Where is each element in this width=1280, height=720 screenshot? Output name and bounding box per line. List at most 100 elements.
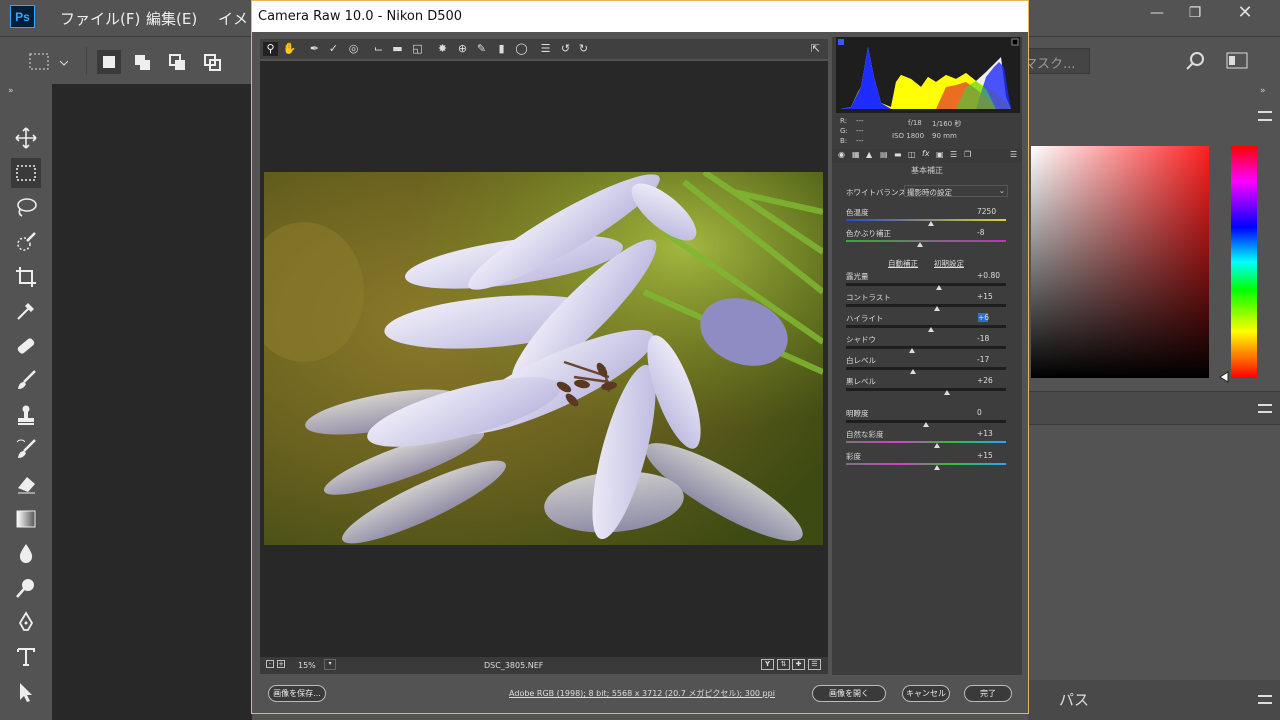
menu-image[interactable]: イメ: [218, 8, 248, 29]
healing-brush-tool-icon[interactable]: [11, 331, 41, 361]
slider-thumb[interactable]: [943, 390, 950, 395]
search-icon[interactable]: [1185, 50, 1207, 72]
menu-edit[interactable]: 編集(E): [146, 8, 197, 29]
panel-menu-icon[interactable]: [1258, 695, 1272, 704]
slider-track[interactable]: [846, 367, 1006, 370]
lens-tab-icon[interactable]: ◫: [908, 150, 916, 159]
presets-tab-icon[interactable]: ☰: [950, 150, 957, 159]
color-picker-field[interactable]: [1031, 146, 1209, 378]
rotate-left-icon[interactable]: ↺: [558, 42, 573, 56]
slider-thumb[interactable]: [927, 221, 934, 226]
quick-select-tool-icon[interactable]: [11, 227, 41, 257]
white-balance-tool-icon[interactable]: ✒: [307, 42, 322, 56]
minimize-icon[interactable]: —: [1143, 5, 1171, 25]
slider-thumb[interactable]: [934, 465, 941, 470]
brush-tool-icon[interactable]: [11, 365, 41, 395]
hand-tool-icon[interactable]: ✋: [282, 42, 297, 56]
slider-track[interactable]: [846, 441, 1006, 443]
slider-thumb[interactable]: [935, 285, 942, 290]
menu-file[interactable]: ファイル(F): [60, 8, 140, 29]
red-eye-tool-icon[interactable]: ⊕: [455, 42, 470, 56]
preview-photo[interactable]: [264, 172, 823, 545]
hsl-tab-icon[interactable]: ▤: [880, 150, 888, 159]
close-icon[interactable]: ✕: [1231, 2, 1259, 23]
spot-removal-tool-icon[interactable]: ✸: [435, 42, 450, 56]
slider-value[interactable]: -8: [977, 228, 1007, 237]
cancel-button[interactable]: キャンセル: [902, 685, 950, 702]
slider-track[interactable]: [846, 325, 1006, 328]
marquee-tool-icon[interactable]: [11, 158, 41, 188]
slider-thumb[interactable]: [916, 242, 923, 247]
slider-thumb[interactable]: [927, 327, 934, 332]
auto-link[interactable]: 自動補正: [888, 258, 918, 269]
done-button[interactable]: 完了: [964, 685, 1012, 702]
swap-icon[interactable]: ⇅: [777, 659, 790, 670]
slider-track[interactable]: [846, 283, 1006, 286]
zoom-dropdown-icon[interactable]: ▾: [324, 659, 336, 670]
slider-value[interactable]: 7250: [977, 207, 1007, 216]
selection-mode-icons[interactable]: [97, 50, 227, 74]
zoom-tool-icon[interactable]: ⚲: [263, 42, 278, 56]
basic-tab-icon[interactable]: ◉: [838, 150, 845, 159]
targeted-adjust-tool-icon[interactable]: ◎: [346, 42, 361, 56]
workspace-icon[interactable]: [1226, 51, 1250, 71]
zoom-level[interactable]: 15%: [298, 661, 316, 670]
slider-track[interactable]: [846, 346, 1006, 349]
fx-tab-icon[interactable]: fx: [922, 149, 930, 158]
move-tool-icon[interactable]: [11, 123, 41, 153]
adjustment-brush-icon[interactable]: ✎: [474, 42, 489, 56]
history-brush-tool-icon[interactable]: [11, 434, 41, 464]
lasso-tool-icon[interactable]: [11, 192, 41, 222]
tone-curve-tab-icon[interactable]: ▦: [852, 150, 860, 159]
blur-tool-icon[interactable]: [11, 538, 41, 568]
tab-paths[interactable]: パス: [1059, 689, 1089, 710]
path-selection-tool-icon[interactable]: [11, 677, 41, 707]
mask-input[interactable]: マスク...: [1020, 48, 1090, 74]
eraser-tool-icon[interactable]: [11, 469, 41, 499]
before-after-icon[interactable]: Y: [761, 659, 774, 670]
rotate-right-icon[interactable]: ↻: [576, 42, 591, 56]
fullscreen-icon[interactable]: ⇱: [808, 42, 823, 56]
slider-track[interactable]: [846, 463, 1006, 465]
marquee-preset-icon[interactable]: [28, 51, 68, 73]
detail-tab-icon[interactable]: ▲: [866, 150, 872, 159]
slider-value[interactable]: +15: [977, 292, 1007, 301]
pen-tool-icon[interactable]: [11, 607, 41, 637]
preferences-icon[interactable]: ☰: [538, 42, 553, 56]
slider-track[interactable]: [846, 240, 1006, 242]
panel-menu-icon[interactable]: [1258, 111, 1272, 121]
split-toning-tab-icon[interactable]: ▬: [894, 150, 902, 159]
slider-value[interactable]: +13: [977, 429, 1007, 438]
slider-value[interactable]: -18: [977, 334, 1007, 343]
slider-value[interactable]: +26: [977, 376, 1007, 385]
expand-panels-icon[interactable]: »: [1260, 86, 1266, 96]
slider-value[interactable]: +6: [978, 313, 989, 322]
panel-menu-icon[interactable]: [1258, 404, 1272, 413]
radial-filter-icon[interactable]: ◯: [514, 42, 529, 56]
slider-thumb[interactable]: [908, 348, 915, 353]
slider-track[interactable]: [846, 388, 1006, 391]
graduated-filter-icon[interactable]: ▮: [494, 42, 509, 56]
slider-track[interactable]: [846, 219, 1006, 221]
snapshots-tab-icon[interactable]: ❐: [964, 150, 971, 159]
white-balance-select[interactable]: 撮影時の設定 ⌄: [904, 185, 1008, 197]
expand-icon[interactable]: »: [8, 86, 14, 96]
slider-value[interactable]: 0: [977, 408, 1007, 417]
slider-value[interactable]: -17: [977, 355, 1007, 364]
hue-pointer-icon[interactable]: [1218, 370, 1230, 384]
workflow-options-link[interactable]: Adobe RGB (1998); 8 bit; 5568 x 3712 (20…: [442, 688, 842, 699]
stamp-tool-icon[interactable]: [11, 400, 41, 430]
transform-tool-icon[interactable]: ◱: [410, 42, 425, 56]
copy-settings-icon[interactable]: ✚: [792, 659, 805, 670]
type-tool-icon[interactable]: [11, 642, 41, 672]
gradient-tool-icon[interactable]: [11, 504, 41, 534]
hue-slider[interactable]: [1231, 146, 1257, 378]
slider-thumb[interactable]: [934, 306, 941, 311]
save-image-button[interactable]: 画像を保存...: [268, 685, 326, 702]
default-link[interactable]: 初期設定: [934, 258, 964, 269]
dodge-tool-icon[interactable]: [11, 573, 41, 603]
crop-tool-icon[interactable]: [11, 262, 41, 292]
slider-thumb[interactable]: [934, 443, 941, 448]
slider-value[interactable]: +15: [977, 451, 1007, 460]
slider-track[interactable]: [846, 304, 1006, 307]
